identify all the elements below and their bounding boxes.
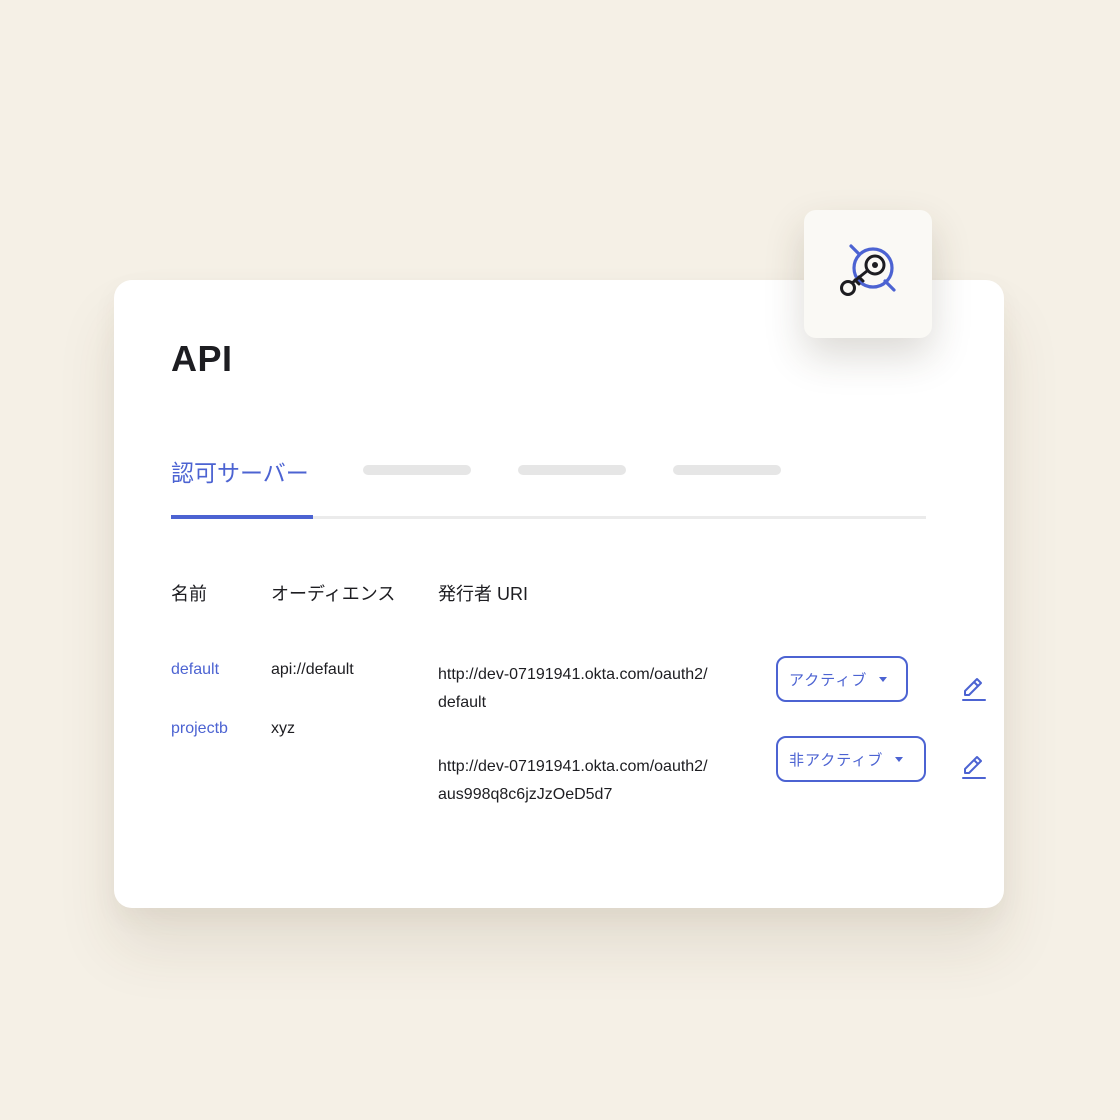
- column-header-audience: オーディエンス: [271, 584, 396, 604]
- key-search-icon: [840, 244, 896, 296]
- tab-placeholder-2[interactable]: [518, 465, 626, 475]
- row-default-issuer-uri-line1: http://dev-07191941.okta.com/oauth2/: [438, 666, 708, 683]
- pencil-icon: [962, 678, 986, 701]
- caret-down-icon: [895, 756, 904, 762]
- row-projectb-status-label: 非アクティブ: [789, 751, 884, 769]
- row-default-status-label: アクティブ: [789, 671, 868, 689]
- pencil-icon: [962, 756, 986, 779]
- tab-active-indicator: [171, 515, 313, 519]
- caret-down-icon: [879, 676, 888, 682]
- row-default-edit-button[interactable]: [960, 674, 988, 704]
- row-projectb-issuer-uri: http://dev-07191941.okta.com/oauth2/ aus…: [438, 753, 758, 809]
- row-projectb-edit-button[interactable]: [960, 752, 988, 782]
- tab-authorization-servers[interactable]: 認可サーバー: [171, 454, 309, 488]
- tab-bar: 認可サーバー: [171, 450, 926, 520]
- row-projectb-audience: xyz: [271, 720, 295, 737]
- row-default-issuer-uri-line2: default: [438, 694, 487, 711]
- row-default-status-dropdown[interactable]: アクティブ: [776, 656, 908, 702]
- row-projectb-status-dropdown[interactable]: 非アクティブ: [776, 736, 926, 782]
- tab-placeholder-1[interactable]: [363, 465, 471, 475]
- row-projectb-issuer-uri-line1: http://dev-07191941.okta.com/oauth2/: [438, 758, 708, 775]
- column-header-name: 名前: [171, 584, 207, 604]
- row-default-name-link[interactable]: default: [171, 656, 219, 684]
- row-default-audience: api://default: [271, 661, 354, 678]
- api-security-badge: [804, 210, 932, 338]
- page-title: API: [171, 338, 233, 379]
- column-header-issuer-uri: 発行者 URI: [438, 584, 528, 604]
- row-projectb-name-link[interactable]: projectb: [171, 715, 228, 743]
- row-default-issuer-uri: http://dev-07191941.okta.com/oauth2/ def…: [438, 661, 758, 717]
- row-projectb-issuer-uri-line2: aus998q8c6jzJzOeD5d7: [438, 786, 613, 803]
- api-card: API 認可サーバー 名前 オーディエンス 発行者 URI default ap…: [114, 280, 1004, 908]
- tab-placeholder-3[interactable]: [673, 465, 781, 475]
